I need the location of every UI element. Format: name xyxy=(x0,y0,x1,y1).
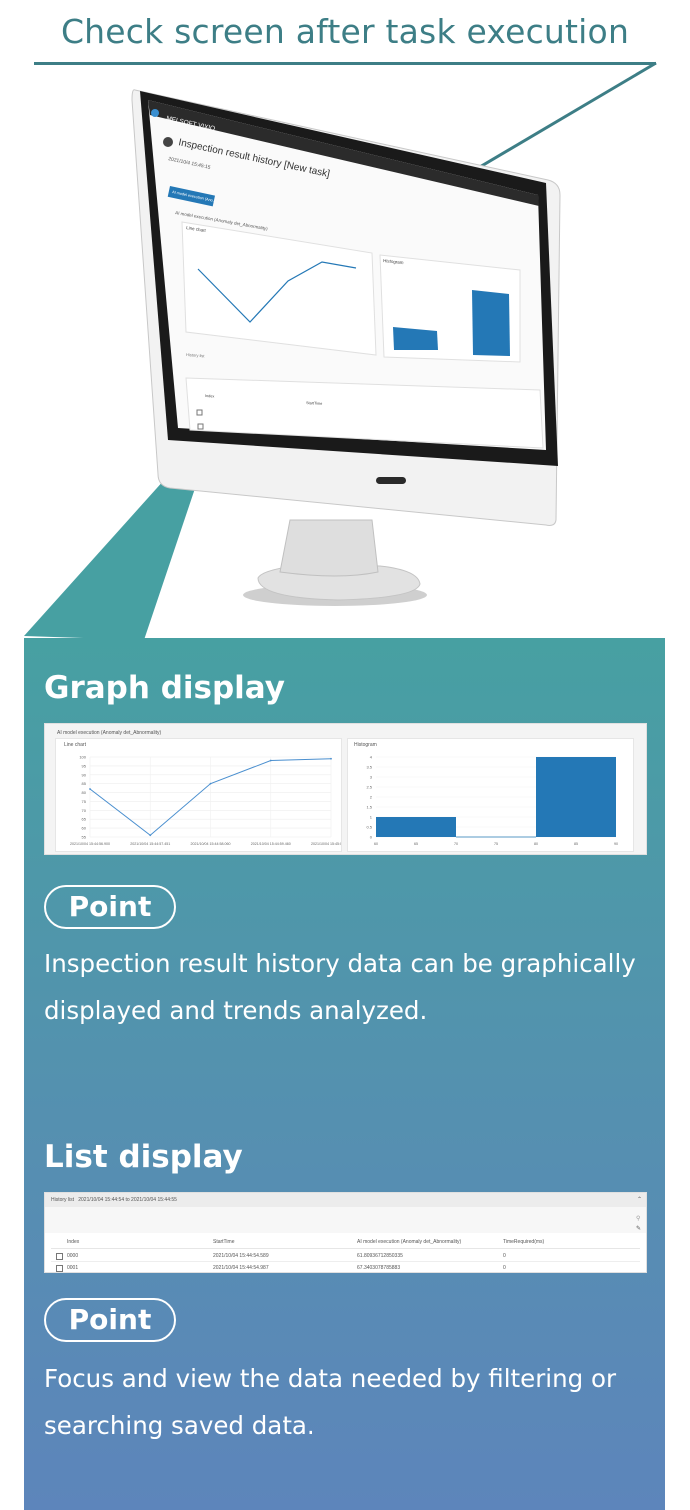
list-screenshot: History list 2021/10/04 15:44:54 to 2021… xyxy=(44,1192,647,1273)
line-chart-svg: 100 95 90 85 80 75 70 65 60 55 2021/10/04 15:44:56… xyxy=(70,755,341,847)
hist-y-tick: 2 xyxy=(370,795,373,800)
line-point xyxy=(149,834,152,837)
hist-x-tick: 85 xyxy=(574,842,578,846)
hist-y-tick: 2.5 xyxy=(366,785,372,790)
hist-x-tick: 75 xyxy=(494,842,498,846)
line-x-tick: 2021/10/04 15:44:57.451 xyxy=(130,842,170,846)
hist-y-tick: 0 xyxy=(370,835,373,840)
line-y-tick: 55 xyxy=(82,835,87,840)
monitor-screen: MELSOFT VIXIO Inspection result history … xyxy=(148,100,546,450)
hist-y-tick: 1.5 xyxy=(366,805,372,810)
graph-display-heading: Graph display xyxy=(44,670,285,706)
graph-section-label: AI model execution (Anomaly det_Abnormal… xyxy=(57,730,162,736)
histogram-card: Histogram 4 3.5 3 2.5 2 1.5 1 0.5 0 60 65 70 75 80 85 9… xyxy=(347,738,634,852)
monitor-illustration: MELSOFT VIXIO Inspection result history … xyxy=(24,61,657,640)
line-point xyxy=(330,757,332,760)
line-x-tick: 2021/10/04 15:44:56.900 xyxy=(70,842,110,846)
stand-neck xyxy=(279,519,379,577)
line-point xyxy=(209,782,212,785)
line-y-tick: 95 xyxy=(82,763,87,768)
line-chart-card: Line chart 100 95 90 85 80 75 70 65 60 55 2021/10/… xyxy=(55,738,342,852)
col-starttime[interactable]: StartTime xyxy=(213,1239,234,1245)
list-point-text: Focus and view the data needed by filter… xyxy=(44,1364,617,1440)
graph-point-text: Inspection result history data can be gr… xyxy=(44,949,636,1025)
hist-bar xyxy=(376,817,456,837)
hist-y-tick: 3.5 xyxy=(366,765,372,770)
hist-y-tick: 1 xyxy=(370,815,373,820)
line-y-tick: 100 xyxy=(79,755,86,760)
hist-x-tick: 60 xyxy=(374,842,378,846)
line-y-tick: 70 xyxy=(82,808,87,813)
line-y-tick: 90 xyxy=(82,772,87,777)
hist-y-tick: 3 xyxy=(370,775,373,780)
col-value[interactable]: AI model execution (Anomaly det_Abnormal… xyxy=(357,1239,461,1245)
line-x-tick: 2021/10/04 15:44:58.060 xyxy=(191,842,231,846)
line-x-tick: 2021/10/04 15:44:59.460 xyxy=(251,842,291,846)
histogram-svg: 4 3.5 3 2.5 2 1.5 1 0.5 060 65 70 75 80 85 90 xyxy=(366,755,618,847)
row-checkbox[interactable] xyxy=(56,1265,63,1272)
svg-text:Index: Index xyxy=(205,394,215,398)
line-point xyxy=(269,759,272,762)
line-x-tick: 2021/10/04 15:45:00.960 xyxy=(311,842,341,846)
line-y-tick: 80 xyxy=(82,790,87,795)
list-display-heading: List display xyxy=(44,1139,243,1175)
svg-text:StartTime: StartTime xyxy=(306,401,323,406)
hist-x-tick: 90 xyxy=(614,842,618,846)
graph-point-badge: Point xyxy=(44,885,176,929)
history-list-title: History list 2021/10/04 15:44:54 to 2021… xyxy=(51,1197,177,1203)
col-index[interactable]: Index xyxy=(67,1239,79,1245)
hist-x-tick: 70 xyxy=(454,842,458,846)
line-y-tick: 65 xyxy=(82,817,87,822)
line-y-tick: 85 xyxy=(82,781,87,786)
graph-screenshot: AI model execution (Anomaly det_Abnormal… xyxy=(44,723,647,855)
line-y-tick: 75 xyxy=(82,799,87,804)
collapse-icon[interactable]: ⌃ xyxy=(637,1196,642,1203)
line-point xyxy=(89,788,91,790)
settings-wrench-icon[interactable]: ✎ xyxy=(636,1225,641,1232)
screen-hist-bar-2 xyxy=(472,290,510,356)
col-timerequired[interactable]: TimeRequired(ms) xyxy=(503,1239,544,1245)
hist-y-tick: 0.5 xyxy=(366,825,372,830)
row-checkbox[interactable] xyxy=(56,1253,63,1260)
line-y-tick: 60 xyxy=(82,826,87,831)
filter-icon[interactable]: ⚲ xyxy=(636,1215,640,1222)
list-point-badge: Point xyxy=(44,1298,176,1342)
monitor-logo xyxy=(376,477,406,484)
hist-x-tick: 65 xyxy=(414,842,418,846)
hist-y-tick: 4 xyxy=(370,755,373,760)
hist-x-tick: 80 xyxy=(534,842,538,846)
hist-bar xyxy=(536,757,616,837)
